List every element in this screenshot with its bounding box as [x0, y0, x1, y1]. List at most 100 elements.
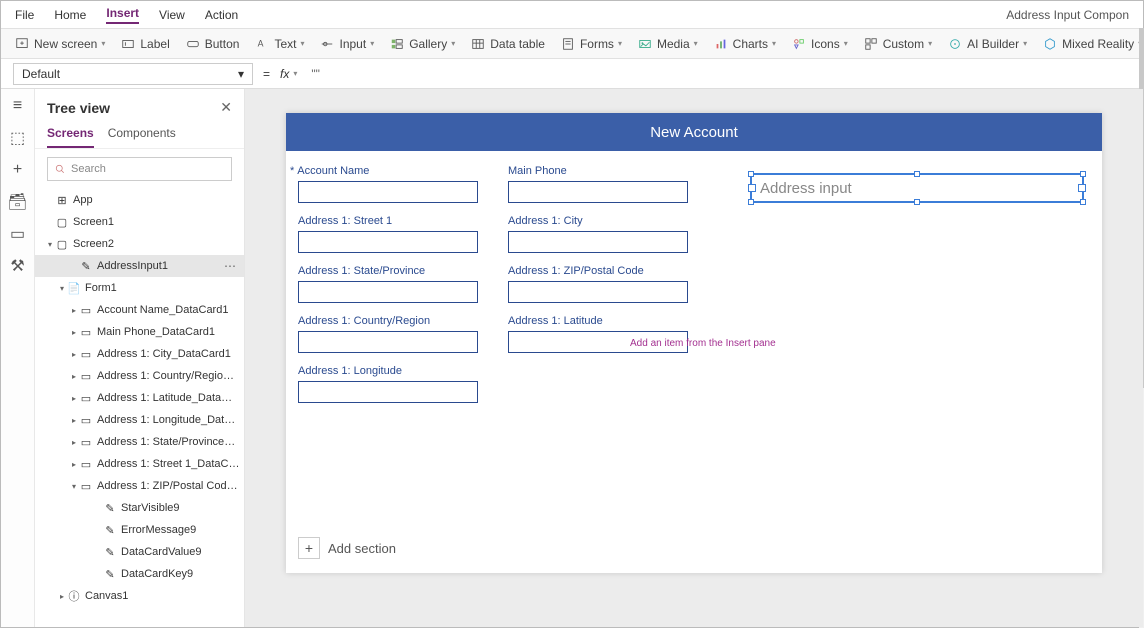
field-label: Address 1: Country/Region — [298, 315, 508, 327]
menu-file[interactable]: File — [15, 8, 34, 22]
field-label: Address 1: Street 1 — [298, 215, 508, 227]
field-label: Address 1: Latitude — [508, 315, 718, 327]
field-label: Address 1: City — [508, 215, 718, 227]
tab-screens[interactable]: Screens — [47, 120, 94, 148]
form-field: Main Phone — [508, 165, 718, 203]
menu-home[interactable]: Home — [54, 8, 86, 22]
form-field: Address 1: ZIP/Postal Code — [508, 265, 718, 303]
field-input[interactable] — [298, 381, 478, 403]
address-input-component[interactable]: Address input — [750, 173, 1084, 203]
datatable-button[interactable]: Data table — [471, 37, 545, 51]
left-rail: ≡ ⬚ + 🗃 ▭ ⚒ — [1, 89, 35, 627]
custom-button[interactable]: Custom▾ — [864, 37, 932, 51]
mr-icon — [1043, 37, 1057, 51]
tree-node-card[interactable]: ▸▭Account Name_DataCard1 — [35, 299, 244, 321]
input-button[interactable]: Input▾ — [320, 37, 374, 51]
canvas-area: New Account *Account NameAddress 1: Stre… — [245, 89, 1143, 627]
property-selector[interactable]: Default▾ — [13, 63, 253, 85]
fx-label: fx — [280, 67, 289, 81]
menu-action[interactable]: Action — [205, 8, 238, 22]
field-input[interactable] — [298, 331, 478, 353]
media-rail-icon[interactable]: ▭ — [9, 225, 27, 243]
tools-icon[interactable]: ⚒ — [9, 257, 27, 275]
icons-icon — [792, 37, 806, 51]
tree-node-card[interactable]: ▸▭Address 1: Latitude_DataCard1 — [35, 387, 244, 409]
app-title: Address Input Compon — [1006, 8, 1129, 22]
table-icon — [471, 37, 485, 51]
menu-bar: File Home Insert View Action Address Inp… — [1, 1, 1143, 29]
button-button[interactable]: Button — [186, 37, 240, 51]
field-label: Address 1: ZIP/Postal Code — [508, 265, 718, 277]
field-input[interactable] — [298, 281, 478, 303]
menu-view[interactable]: View — [159, 8, 185, 22]
aibuilder-button[interactable]: AI Builder▾ — [948, 37, 1027, 51]
tree-node-addressinput[interactable]: ✎AddressInput1⋯ — [35, 255, 244, 277]
field-label: Address 1: State/Province — [298, 265, 508, 277]
tree-node-card[interactable]: ▾▭Address 1: ZIP/Postal Code_DataCard1 — [35, 475, 244, 497]
formula-expression[interactable]: "" — [311, 67, 320, 81]
icons-button[interactable]: Icons▾ — [792, 37, 848, 51]
search-icon — [54, 163, 66, 175]
gallery-button[interactable]: Gallery▾ — [390, 37, 455, 51]
tree-node-screen2[interactable]: ▾▢Screen2 — [35, 233, 244, 255]
svg-text:A: A — [258, 38, 264, 48]
data-icon[interactable]: 🗃 — [9, 193, 27, 211]
tree-node-canvas1[interactable]: ▸ⓘCanvas1 — [35, 585, 244, 607]
menu-insert[interactable]: Insert — [106, 6, 139, 24]
canvas[interactable]: New Account *Account NameAddress 1: Stre… — [286, 113, 1102, 573]
field-input[interactable] — [508, 181, 688, 203]
label-button[interactable]: Label — [121, 37, 169, 51]
field-label: *Account Name — [298, 165, 508, 177]
tree-node-card[interactable]: ▸▭Main Phone_DataCard1 — [35, 321, 244, 343]
new-screen-button[interactable]: New screen▾ — [15, 37, 105, 51]
more-icon[interactable]: ⋯ — [220, 259, 240, 273]
search-input[interactable]: Search — [47, 157, 232, 181]
form-field: Address 1: Country/Region — [298, 315, 508, 353]
form-field: *Account Name — [298, 165, 508, 203]
tree-node-child[interactable]: ✎DataCardValue9 — [35, 541, 244, 563]
tree-node-card[interactable]: ▸▭Address 1: Street 1_DataCard1 — [35, 453, 244, 475]
tree-node-card[interactable]: ▸▭Address 1: Longitude_DataCard1 — [35, 409, 244, 431]
field-input[interactable] — [298, 231, 478, 253]
ribbon: New screen▾ Label Button AText▾ Input▾ G… — [1, 29, 1143, 59]
gallery-icon — [390, 37, 404, 51]
field-label: Address 1: Longitude — [298, 365, 508, 377]
add-section-button[interactable]: + Add section — [298, 537, 396, 559]
text-button[interactable]: AText▾ — [255, 37, 304, 51]
form-field: Address 1: Street 1 — [298, 215, 508, 253]
tree-node-app[interactable]: ⊞App — [35, 189, 244, 211]
charts-icon — [714, 37, 728, 51]
mixedreality-button[interactable]: Mixed Reality▾ — [1043, 37, 1142, 51]
media-icon — [638, 37, 652, 51]
formula-bar: Default▾ = fx▾ "" — [1, 59, 1143, 89]
tree-body: ⊞App ▢Screen1 ▾▢Screen2 ✎AddressInput1⋯ … — [35, 189, 244, 627]
tree-node-card[interactable]: ▸▭Address 1: City_DataCard1 — [35, 343, 244, 365]
field-input[interactable] — [298, 181, 478, 203]
hamburger-icon[interactable]: ≡ — [9, 97, 27, 115]
charts-button[interactable]: Charts▾ — [714, 37, 776, 51]
tree-view-title: Tree view — [47, 100, 110, 116]
form-field: Address 1: Longitude — [298, 365, 508, 403]
tree-node-card[interactable]: ▸▭Address 1: State/Province_DataCard1 — [35, 431, 244, 453]
form-field: Address 1: State/Province — [298, 265, 508, 303]
label-icon — [121, 37, 135, 51]
address-input-placeholder: Address input — [760, 180, 852, 197]
tab-components[interactable]: Components — [108, 120, 176, 148]
forms-button[interactable]: Forms▾ — [561, 37, 622, 51]
field-input[interactable] — [508, 231, 688, 253]
tree-view-panel: Tree view ✕ Screens Components Search ⊞A… — [35, 89, 245, 627]
tree-icon[interactable]: ⬚ — [9, 129, 27, 147]
tree-node-screen1[interactable]: ▢Screen1 — [35, 211, 244, 233]
insert-pane-hint: Add an item from the Insert pane — [630, 338, 776, 349]
tree-node-child[interactable]: ✎DataCardKey9 — [35, 563, 244, 585]
media-button[interactable]: Media▾ — [638, 37, 698, 51]
tree-node-child[interactable]: ✎ErrorMessage9 — [35, 519, 244, 541]
custom-icon — [864, 37, 878, 51]
field-input[interactable] — [508, 281, 688, 303]
close-icon[interactable]: ✕ — [220, 99, 232, 116]
tree-node-child[interactable]: ✎StarVisible9 — [35, 497, 244, 519]
insert-icon[interactable]: + — [9, 161, 27, 179]
tree-node-form1[interactable]: ▾📄Form1 — [35, 277, 244, 299]
ai-icon — [948, 37, 962, 51]
tree-node-card[interactable]: ▸▭Address 1: Country/Region_DataCard1 — [35, 365, 244, 387]
